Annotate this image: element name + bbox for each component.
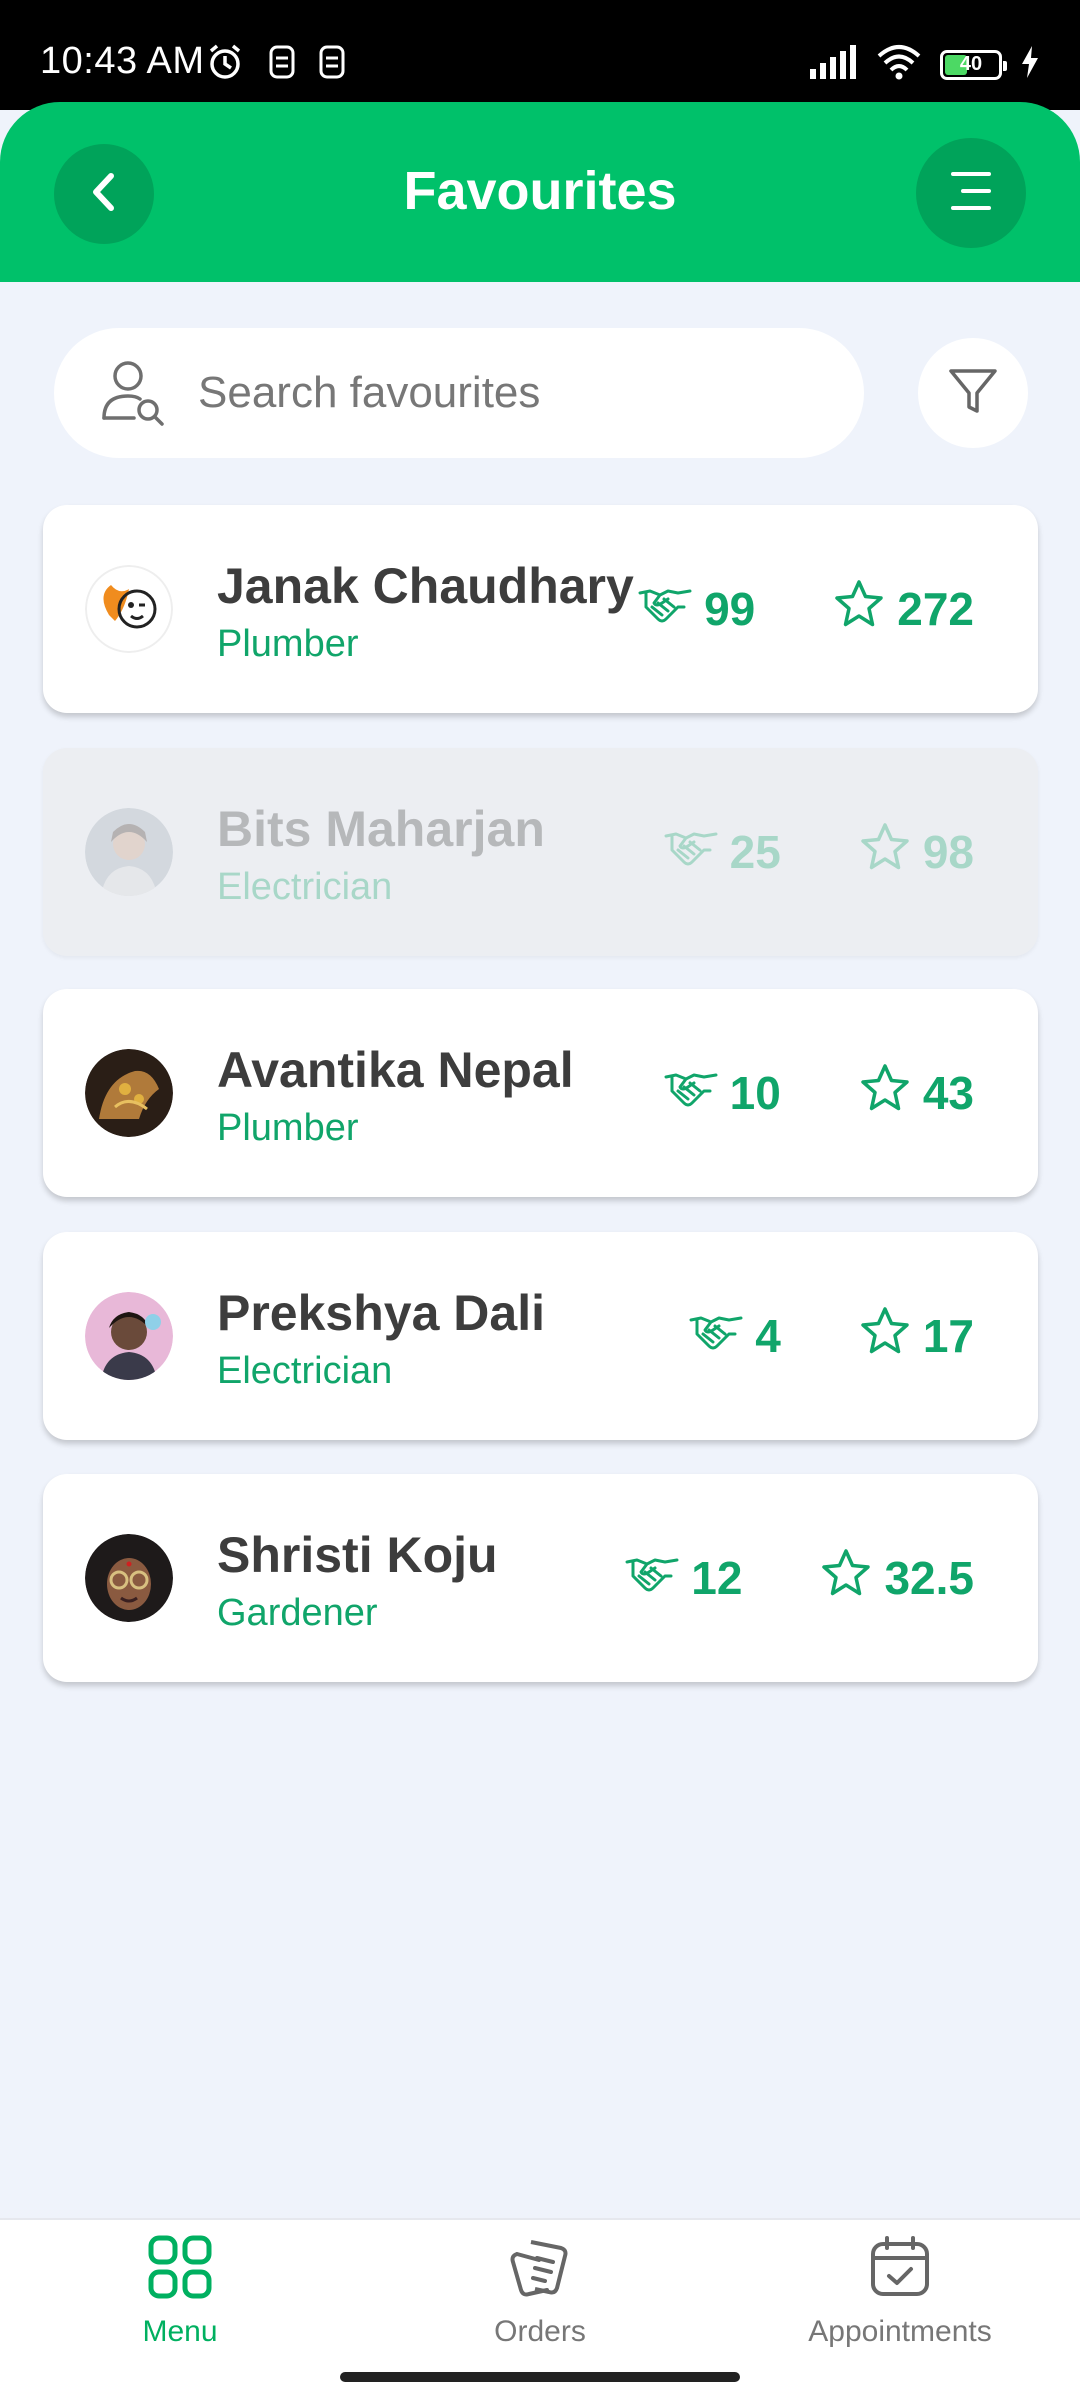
nav-item-menu[interactable]: Menu <box>30 2234 330 2349</box>
filter-icon <box>947 365 999 422</box>
worker-name: Shristi Koju <box>217 1527 498 1583</box>
avatar <box>85 565 173 653</box>
search-input[interactable] <box>198 368 798 418</box>
star-icon <box>820 1548 872 1609</box>
nav-label: Orders <box>494 2315 586 2348</box>
status-time: 10:43 AM <box>40 40 205 82</box>
wifi-icon <box>876 44 922 85</box>
avatar <box>85 1534 173 1622</box>
handshake-icon <box>625 1551 679 1605</box>
worker-name: Prekshya Dali <box>217 1285 545 1341</box>
grid-icon <box>147 2234 213 2305</box>
favourite-card[interactable]: Janak Chaudhary Plumber 99 272 <box>43 505 1038 713</box>
status-left-icons <box>205 42 345 87</box>
deals-count: 4 <box>755 1310 781 1362</box>
worker-role: Plumber <box>217 623 359 665</box>
deals-stat: 25 <box>664 825 781 879</box>
worker-role: Electrician <box>217 866 393 908</box>
star-icon <box>859 1063 911 1124</box>
app-header: Favourites <box>0 102 1080 282</box>
battery-level: 40 <box>959 53 983 75</box>
menu-icon <box>949 170 993 217</box>
star-icon <box>859 1306 911 1367</box>
user-search-icon <box>98 356 168 431</box>
rating-stat: 32.5 <box>820 1548 974 1609</box>
search-bar[interactable] <box>54 328 864 458</box>
rating-value: 43 <box>922 1067 974 1119</box>
deals-stat: 10 <box>664 1066 781 1120</box>
sim-icon <box>319 45 345 84</box>
nav-label: Appointments <box>808 2315 992 2348</box>
deals-count: 12 <box>691 1552 743 1604</box>
deals-count: 10 <box>729 1067 781 1119</box>
deals-count: 99 <box>704 583 756 635</box>
worker-name: Avantika Nepal <box>217 1042 574 1098</box>
handshake-icon <box>664 825 718 879</box>
filter-button[interactable] <box>918 338 1028 448</box>
worker-stats: 10 43 <box>664 989 974 1197</box>
worker-name: Bits Maharjan <box>217 801 545 857</box>
rating-stat: 98 <box>859 822 974 883</box>
rating-stat: 43 <box>859 1063 974 1124</box>
avatar <box>85 1049 173 1137</box>
deals-count: 25 <box>729 826 781 878</box>
worker-role: Plumber <box>217 1107 359 1149</box>
deals-stat: 4 <box>689 1309 781 1363</box>
handshake-icon <box>664 1066 718 1120</box>
rating-stat: 272 <box>833 579 974 640</box>
star-icon <box>859 822 911 883</box>
favourite-card[interactable]: Prekshya Dali Electrician 4 17 <box>43 1232 1038 1440</box>
battery-icon: 40 <box>940 49 1007 80</box>
calendar-check-icon <box>867 2234 933 2305</box>
favourite-card[interactable]: Avantika Nepal Plumber 10 43 <box>43 989 1038 1197</box>
worker-stats: 99 272 <box>638 505 974 713</box>
rating-stat: 17 <box>859 1306 974 1367</box>
avatar <box>85 808 173 896</box>
status-right-icons: 40 <box>808 44 1040 85</box>
favourite-card[interactable]: Bits Maharjan Electrician 25 98 <box>43 748 1038 956</box>
worker-stats: 25 98 <box>664 748 974 956</box>
alarm-icon <box>205 42 245 87</box>
menu-button[interactable] <box>916 138 1026 248</box>
orders-icon <box>507 2234 573 2305</box>
nav-item-appointments[interactable]: Appointments <box>750 2234 1050 2349</box>
charging-icon <box>1020 46 1040 83</box>
signal-icon <box>808 45 858 84</box>
deals-stat: 12 <box>625 1551 742 1605</box>
status-bar: 10:43 AM 40 <box>0 0 1080 110</box>
sim-icon <box>269 45 295 84</box>
avatar <box>85 1292 173 1380</box>
nav-label: Menu <box>142 2315 218 2348</box>
worker-stats: 12 32.5 <box>625 1474 974 1682</box>
handshake-icon <box>689 1309 743 1363</box>
nav-item-orders[interactable]: Orders <box>390 2234 690 2349</box>
handshake-icon <box>638 582 692 636</box>
worker-role: Electrician <box>217 1350 393 1392</box>
favourite-card[interactable]: Shristi Koju Gardener 12 32.5 <box>43 1474 1038 1682</box>
rating-value: 98 <box>922 826 974 878</box>
home-indicator[interactable] <box>340 2372 740 2382</box>
worker-role: Gardener <box>217 1592 378 1634</box>
rating-value: 272 <box>897 583 974 635</box>
worker-stats: 4 17 <box>689 1232 974 1440</box>
rating-value: 17 <box>922 1310 974 1362</box>
star-icon <box>833 579 885 640</box>
worker-name: Janak Chaudhary <box>217 558 634 614</box>
deals-stat: 99 <box>638 582 755 636</box>
rating-value: 32.5 <box>884 1552 974 1604</box>
